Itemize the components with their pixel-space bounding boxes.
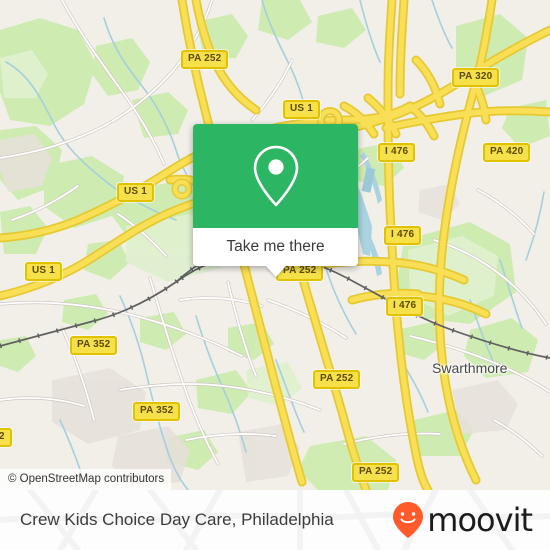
footer-bar: Crew Kids Choice Day Care, Philadelphia …: [0, 490, 550, 550]
map-attribution[interactable]: © OpenStreetMap contributors: [0, 469, 172, 490]
popup-marker-area: [193, 124, 358, 228]
map-screenshot: PA 252 US 1 PA 320 I 476 PA 420 US 1 I 4…: [0, 0, 550, 550]
road-shield: I 476: [378, 143, 416, 162]
take-me-there-label: Take me there: [226, 238, 325, 255]
road-shield: 2: [0, 428, 12, 447]
popup-pointer: [265, 266, 286, 277]
map-viewport[interactable]: PA 252 US 1 PA 320 I 476 PA 420 US 1 I 4…: [0, 0, 550, 490]
moovit-smiley-pin-icon: [393, 502, 424, 538]
page-title: Crew Kids Choice Day Care, Philadelphia: [20, 510, 334, 529]
moovit-wordmark: moovit: [427, 501, 533, 539]
road-shield: PA 252: [181, 50, 229, 69]
road-shield: US 1: [283, 100, 321, 119]
location-popup-card[interactable]: Take me there: [193, 124, 358, 277]
road-shield: I 476: [386, 297, 424, 316]
place-label-swarthmore: Swarthmore: [432, 360, 508, 376]
road-shield: US 1: [117, 183, 155, 202]
map-pin-icon: [253, 145, 298, 207]
take-me-there-button[interactable]: Take me there: [193, 228, 358, 266]
road-shield: PA 352: [133, 402, 181, 421]
road-shield: US 1: [25, 262, 63, 281]
road-shield: PA 252: [313, 370, 361, 389]
road-shield: I 476: [384, 226, 422, 245]
attribution-text: © OpenStreetMap contributors: [8, 473, 165, 485]
road-shield: PA 320: [452, 68, 500, 87]
road-shield: PA 420: [483, 143, 531, 162]
road-shield: PA 352: [70, 336, 118, 355]
moovit-logo[interactable]: moovit: [391, 501, 533, 539]
road-shield: PA 252: [352, 463, 400, 482]
